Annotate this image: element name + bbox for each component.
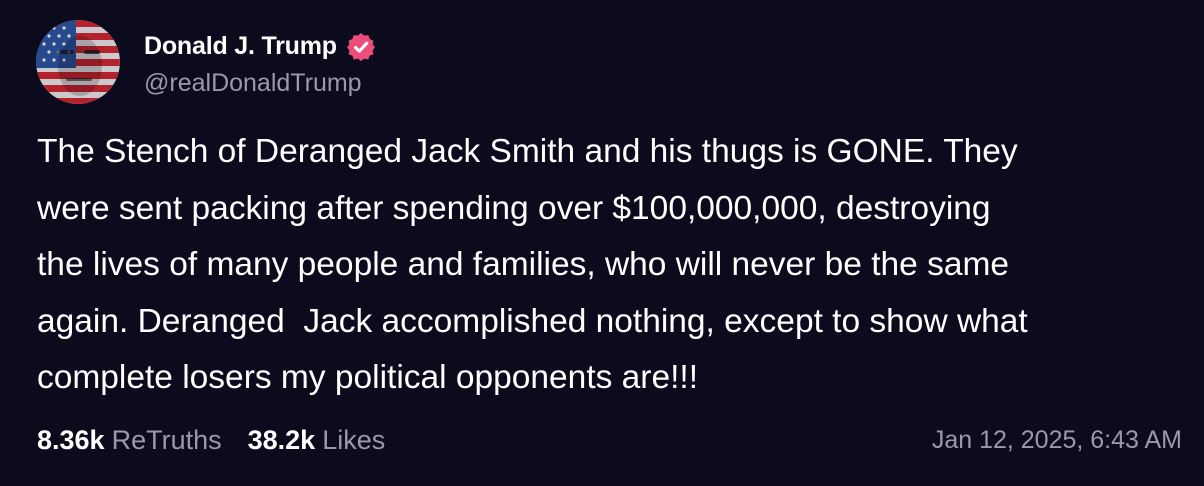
truth-post: Donald J. Trump @realDonaldTrump The Ste… xyxy=(0,0,1204,486)
verified-badge-icon xyxy=(345,31,377,63)
likes-stat[interactable]: 38.2k Likes xyxy=(248,425,386,456)
retruths-count: 8.36k xyxy=(37,424,105,455)
post-stats: 8.36k ReTruths 38.2k Likes xyxy=(37,420,411,460)
post-body-text: The Stench of Deranged Jack Smith and hi… xyxy=(37,133,1028,396)
post-timestamp[interactable]: Jan 12, 2025, 6:43 AM xyxy=(932,420,1182,460)
retruths-label: ReTruths xyxy=(111,424,222,455)
author-handle[interactable]: @realDonaldTrump xyxy=(144,69,377,98)
likes-label: Likes xyxy=(322,424,386,455)
retruths-stat[interactable]: 8.36k ReTruths xyxy=(37,425,222,456)
author-avatar[interactable] xyxy=(36,20,120,104)
author-name-row: Donald J. Trump xyxy=(144,27,377,67)
author-identity: Donald J. Trump @realDonaldTrump xyxy=(144,27,377,98)
likes-count: 38.2k xyxy=(247,424,316,455)
flag-portrait-avatar-icon xyxy=(36,20,120,104)
author-display-name[interactable]: Donald J. Trump xyxy=(144,32,337,61)
post-header: Donald J. Trump @realDonaldTrump xyxy=(36,19,377,105)
